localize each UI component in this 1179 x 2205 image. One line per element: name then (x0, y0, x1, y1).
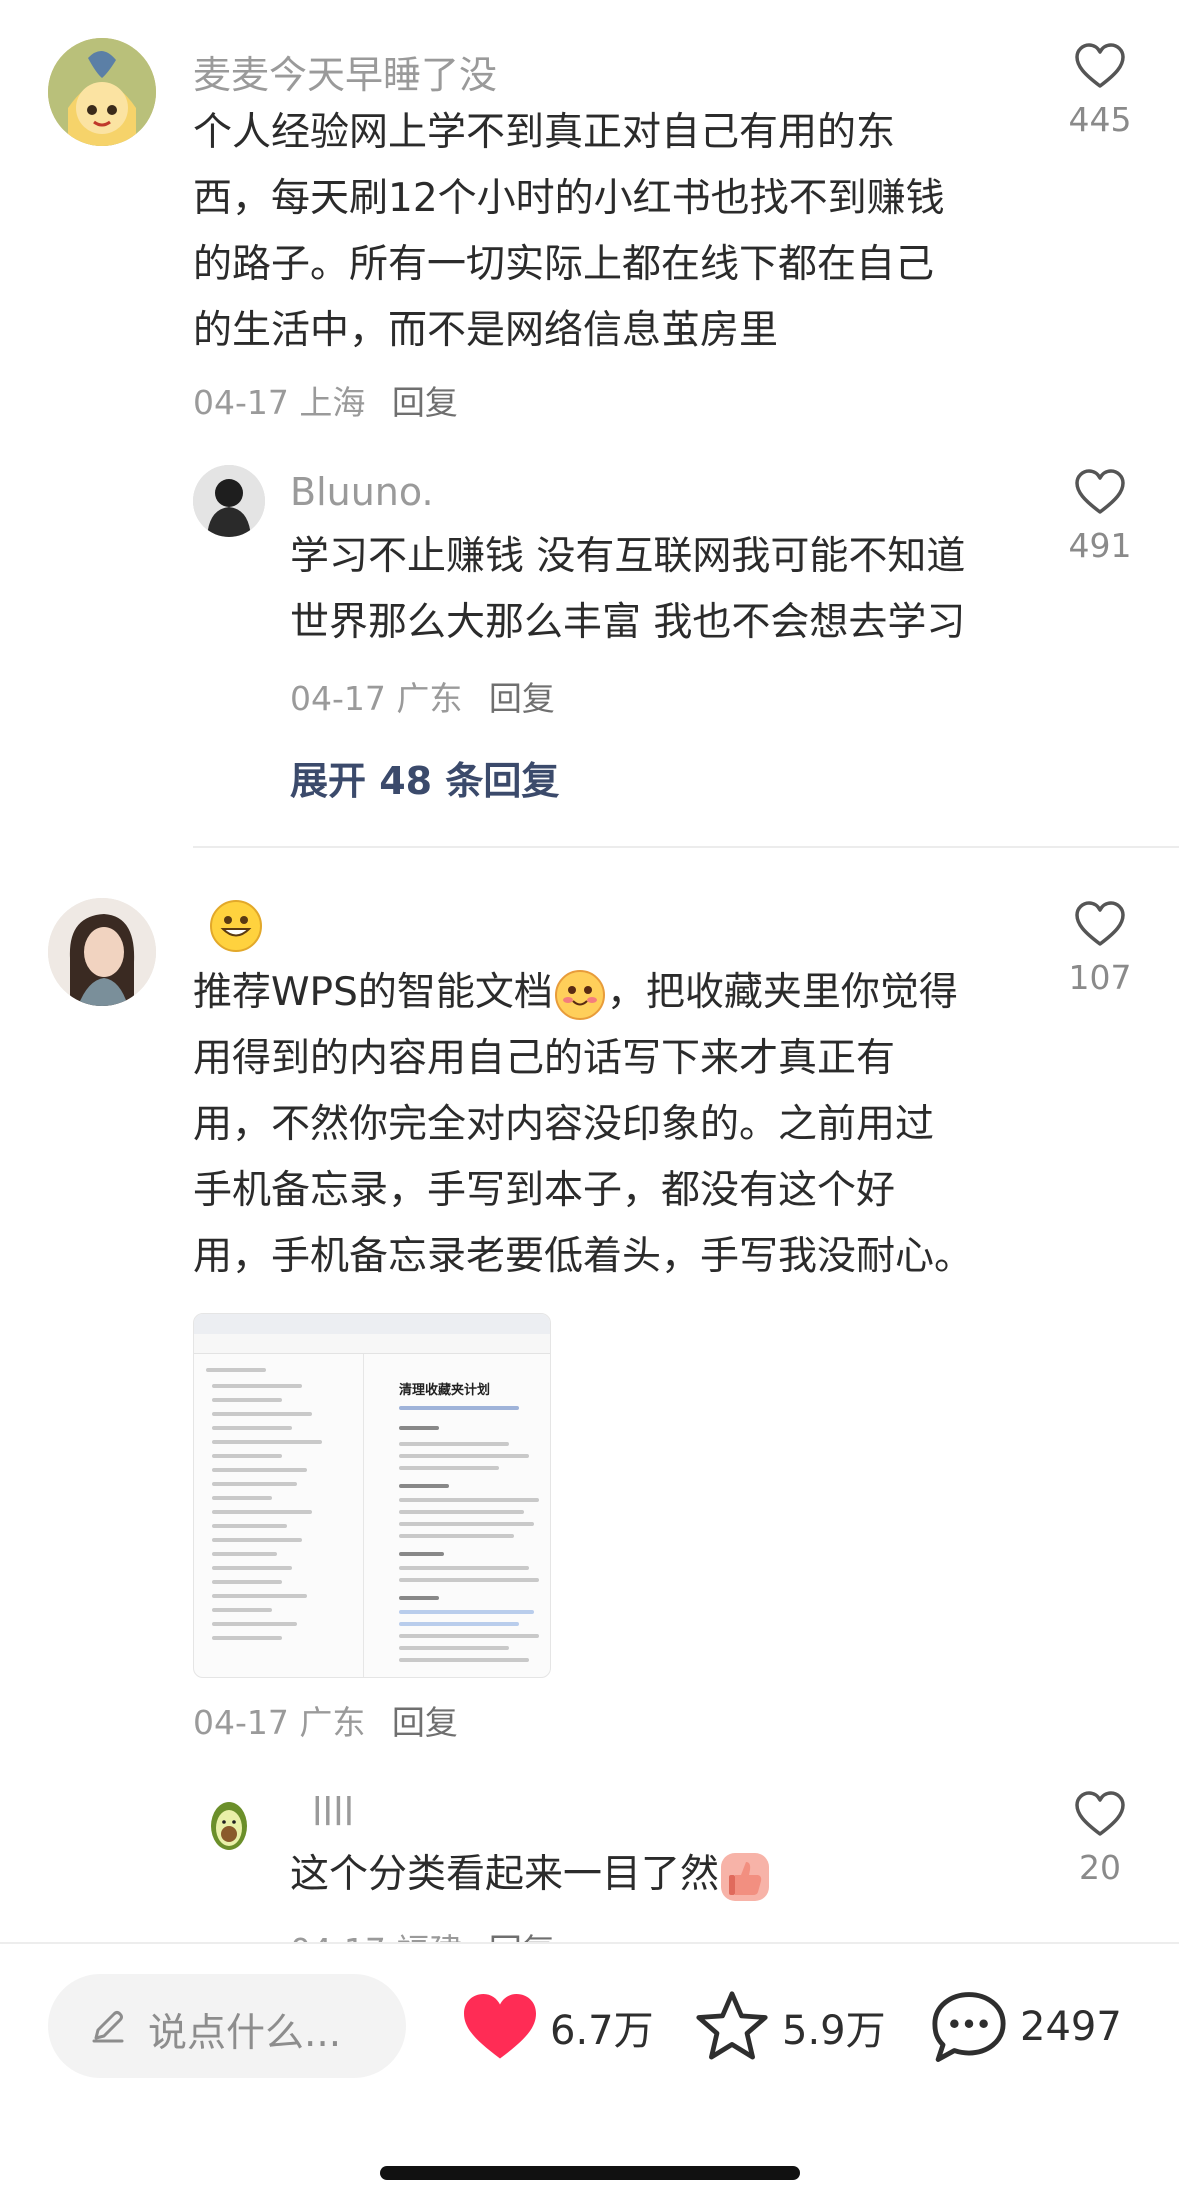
reply-meta: 04-17 广东 回复 (290, 672, 555, 720)
comment-text-line: 推荐WPS的智能文档 ，把收藏夹里你觉得 (193, 960, 1053, 1026)
comment-text-line: 的生活中，而不是网络信息茧房里 (193, 308, 779, 353)
reply-location: 广东 (396, 679, 463, 718)
reply-text-segment: 这个分类看起来一目了然 (290, 1852, 720, 1897)
reply-date: 04-17 (290, 679, 386, 718)
heart-outline-icon (1075, 901, 1125, 946)
comment-input-placeholder: 说点什么... (148, 2011, 342, 2056)
favorite-button[interactable]: 5.9万 (692, 1991, 886, 2062)
comment-divider (193, 846, 1179, 848)
thumbnail-doc-title: 清理收藏夹计划 (399, 1383, 491, 1398)
comment-like-button[interactable]: 445 (1050, 42, 1150, 139)
home-indicator[interactable] (380, 2166, 800, 2180)
reply-button[interactable]: 回复 (489, 679, 555, 718)
comment-meta: 04-17 广东 回复 (193, 1696, 458, 1744)
comment-text-line: 个人经验网上学不到真正对自己有用的东 (193, 110, 896, 155)
comment-location: 广东 (299, 1703, 366, 1742)
comment-date: 04-17 (193, 383, 289, 422)
reply-like-button[interactable]: 491 (1050, 468, 1150, 565)
comment-text: 推荐WPS的智能文档 ，把收藏夹里你觉得 用得到的内容用自己的话写下来才真正有 … (193, 960, 1053, 1290)
reply-username[interactable]: Bluuno. (290, 470, 434, 514)
reply-text: 学习不止赚钱 没有互联网我可能不知道 世界那么大那么丰富 我也不会想去学习 (290, 524, 1050, 656)
chat-bubble-icon (932, 1992, 1006, 2062)
comment-location: 上海 (299, 383, 366, 422)
reply-button[interactable]: 回复 (392, 383, 458, 422)
comment-text-line: 用得到的内容用自己的话写下来才真正有 (193, 1036, 896, 1081)
reply-text: 这个分类看起来一目了然 (290, 1842, 1050, 1908)
smile-emoji-icon (554, 969, 605, 1020)
avatar[interactable] (48, 38, 156, 146)
reply-username[interactable]: llll (312, 1790, 354, 1834)
heart-outline-icon (1075, 469, 1125, 514)
reply-like-button[interactable]: 20 (1050, 1790, 1150, 1887)
star-outline-icon (696, 1991, 768, 2060)
heart-outline-icon (1075, 43, 1125, 88)
comment-input[interactable]: 说点什么... (48, 1974, 406, 2078)
comment-text-line: 用，手机备忘录老要低着头，手写我没耐心。 (193, 1234, 974, 1279)
avatar[interactable] (193, 465, 265, 537)
like-count: 491 (1068, 526, 1132, 565)
favorite-total: 5.9万 (782, 2008, 886, 2054)
grin-emoji-icon (210, 900, 262, 952)
comment-text-segment: ，把收藏夹里你觉得 (606, 970, 958, 1015)
comment-username[interactable]: 麦麦今天早睡了没 (193, 44, 497, 99)
pencil-icon (92, 2011, 124, 2043)
reply-button[interactable]: 回复 (489, 1931, 555, 1942)
reply-meta: 04-17 福建 回复 (290, 1924, 555, 1942)
comment-feed: 麦麦今天早睡了没 个人经验网上学不到真正对自己有用的东 西，每天刷12个小时的小… (0, 0, 1179, 1942)
like-total: 6.7万 (550, 2008, 654, 2054)
comment-date: 04-17 (193, 1703, 289, 1742)
comment-item: 麦麦今天早睡了没 个人经验网上学不到真正对自己有用的东 西，每天刷12个小时的小… (0, 0, 1179, 430)
comment-text-line: 西，每天刷12个小时的小红书也找不到赚钱 (193, 176, 945, 221)
comment-like-button[interactable]: 107 (1050, 900, 1150, 997)
expand-replies-button[interactable]: 展开 48 条回复 (290, 750, 559, 805)
comment-item: 推荐WPS的智能文档 ，把收藏夹里你觉得 用得到的内容用自己的话写下来才真正有 … (0, 870, 1179, 1770)
reply-text-line: 世界那么大那么丰富 我也不会想去学习 (290, 600, 966, 645)
like-count: 20 (1079, 1848, 1121, 1887)
heart-filled-icon (464, 1994, 536, 2059)
like-count: 107 (1068, 958, 1132, 997)
comment-total: 2497 (1020, 2004, 1122, 2050)
avatar[interactable] (193, 1788, 265, 1860)
thumbs-up-emoji-icon (721, 1852, 770, 1901)
comment-text-line: 用，不然你完全对内容没印象的。之前用过 (193, 1102, 935, 1147)
comment-image-thumbnail[interactable]: 清理收藏夹计划 (193, 1313, 551, 1678)
comment-meta: 04-17 上海 回复 (193, 376, 458, 424)
comment-text: 个人经验网上学不到真正对自己有用的东 西，每天刷12个小时的小红书也找不到赚钱 … (193, 100, 1043, 364)
comment-text-line: 的路子。所有一切实际上都在线下都在自己 (193, 242, 935, 287)
heart-outline-icon (1075, 1791, 1125, 1836)
reply-text-line: 学习不止赚钱 没有互联网我可能不知道 (290, 534, 966, 579)
reply-button[interactable]: 回复 (392, 1703, 458, 1742)
comment-text-segment: 推荐WPS的智能文档 (193, 970, 553, 1015)
comment-button[interactable]: 2497 (928, 1992, 1122, 2062)
avatar[interactable] (48, 898, 156, 1006)
like-button[interactable]: 6.7万 (460, 1992, 654, 2062)
reply-item: Bluuno. 学习不止赚钱 没有互联网我可能不知道 世界那么大那么丰富 我也不… (0, 430, 1179, 720)
reply-location: 福建 (396, 1931, 462, 1942)
comment-text-line: 手机备忘录，手写到本子，都没有这个好 (193, 1168, 896, 1213)
reply-date: 04-17 (290, 1931, 386, 1942)
like-count: 445 (1068, 100, 1132, 139)
reply-item: llll 这个分类看起来一目了然 04-17 福建 回复 20 (0, 1770, 1179, 1942)
